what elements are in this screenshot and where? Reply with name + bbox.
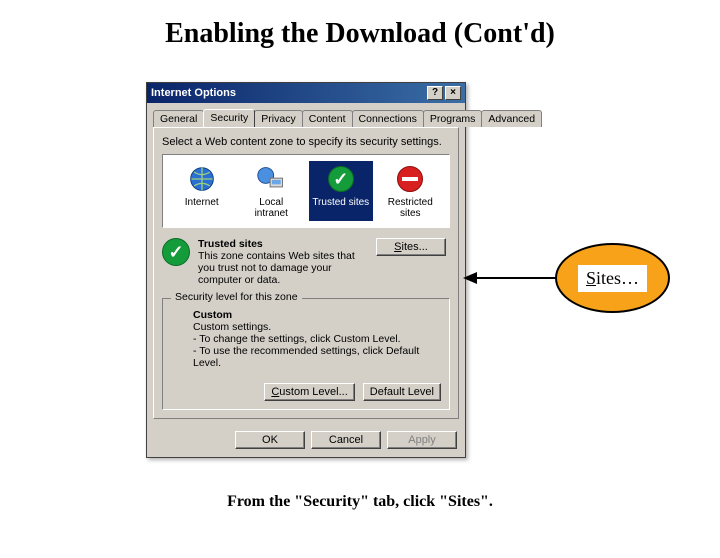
trusted-description-row: ✓ Trusted sites This zone contains Web s… bbox=[162, 238, 450, 286]
zone-label: Internet bbox=[172, 197, 232, 208]
titlebar: Internet Options ? × bbox=[147, 83, 465, 103]
custom-heading: Custom bbox=[193, 309, 441, 321]
zone-label: Local intranet bbox=[241, 197, 301, 219]
sites-button[interactable]: Sites... bbox=[376, 238, 446, 256]
intranet-icon bbox=[255, 163, 287, 195]
dialog-buttons: OK Cancel Apply bbox=[147, 425, 465, 457]
zone-label: Trusted sites bbox=[311, 197, 371, 208]
internet-options-dialog: Internet Options ? × General Security Pr… bbox=[146, 82, 466, 458]
dialog-title: Internet Options bbox=[151, 87, 236, 99]
slide-title: Enabling the Download (Cont'd) bbox=[0, 18, 720, 50]
callout-ellipse: Sites… bbox=[555, 243, 670, 313]
cancel-button[interactable]: Cancel bbox=[311, 431, 381, 449]
group-label: Security level for this zone bbox=[171, 291, 302, 303]
callout-label: Sites… bbox=[578, 265, 647, 292]
custom-line: - To change the settings, click Custom L… bbox=[193, 333, 441, 345]
apply-button[interactable]: Apply bbox=[387, 431, 457, 449]
tab-general[interactable]: General bbox=[153, 110, 204, 127]
security-level-group: Security level for this zone Custom Cust… bbox=[162, 298, 450, 410]
tab-security[interactable]: Security bbox=[203, 109, 255, 127]
zone-label: Restricted sites bbox=[380, 197, 440, 219]
tab-connections[interactable]: Connections bbox=[352, 110, 424, 127]
callout: Sites… bbox=[555, 243, 670, 313]
security-panel: Select a Web content zone to specify its… bbox=[153, 127, 459, 419]
tab-strip: General Security Privacy Content Connect… bbox=[147, 103, 465, 127]
close-button[interactable]: × bbox=[445, 86, 461, 100]
no-entry-icon bbox=[394, 163, 426, 195]
level-buttons: Custom Level... Default Level bbox=[171, 383, 441, 401]
custom-line: - To use the recommended settings, click… bbox=[193, 345, 441, 369]
title-buttons: ? × bbox=[427, 86, 461, 100]
trusted-body: This zone contains Web sites that you tr… bbox=[198, 250, 370, 286]
globe-icon bbox=[186, 163, 218, 195]
slide-caption: From the "Security" tab, click "Sites". bbox=[0, 493, 720, 511]
check-circle-icon: ✓ bbox=[162, 238, 192, 268]
custom-line: Custom settings. bbox=[193, 321, 441, 333]
zone-list: Internet Local intranet ✓ Trusted sites … bbox=[162, 154, 450, 228]
trusted-heading: Trusted sites bbox=[198, 238, 370, 250]
arrow-icon bbox=[463, 270, 557, 286]
zone-restricted-sites[interactable]: Restricted sites bbox=[378, 161, 442, 221]
trusted-text: Trusted sites This zone contains Web sit… bbox=[198, 238, 370, 286]
default-level-button[interactable]: Default Level bbox=[363, 383, 441, 401]
help-button[interactable]: ? bbox=[427, 86, 443, 100]
zone-local-intranet[interactable]: Local intranet bbox=[239, 161, 303, 221]
zone-trusted-sites[interactable]: ✓ Trusted sites bbox=[309, 161, 373, 221]
sites-button-rest: ites... bbox=[402, 241, 428, 253]
custom-level-button[interactable]: Custom Level... bbox=[264, 383, 354, 401]
tab-programs[interactable]: Programs bbox=[423, 110, 483, 127]
custom-block: Custom Custom settings. - To change the … bbox=[193, 309, 441, 369]
tab-privacy[interactable]: Privacy bbox=[254, 110, 302, 127]
panel-instruction: Select a Web content zone to specify its… bbox=[162, 136, 450, 148]
tab-content[interactable]: Content bbox=[302, 110, 353, 127]
ok-button[interactable]: OK bbox=[235, 431, 305, 449]
zone-internet[interactable]: Internet bbox=[170, 161, 234, 221]
tab-advanced[interactable]: Advanced bbox=[481, 110, 542, 127]
check-circle-icon: ✓ bbox=[325, 163, 357, 195]
